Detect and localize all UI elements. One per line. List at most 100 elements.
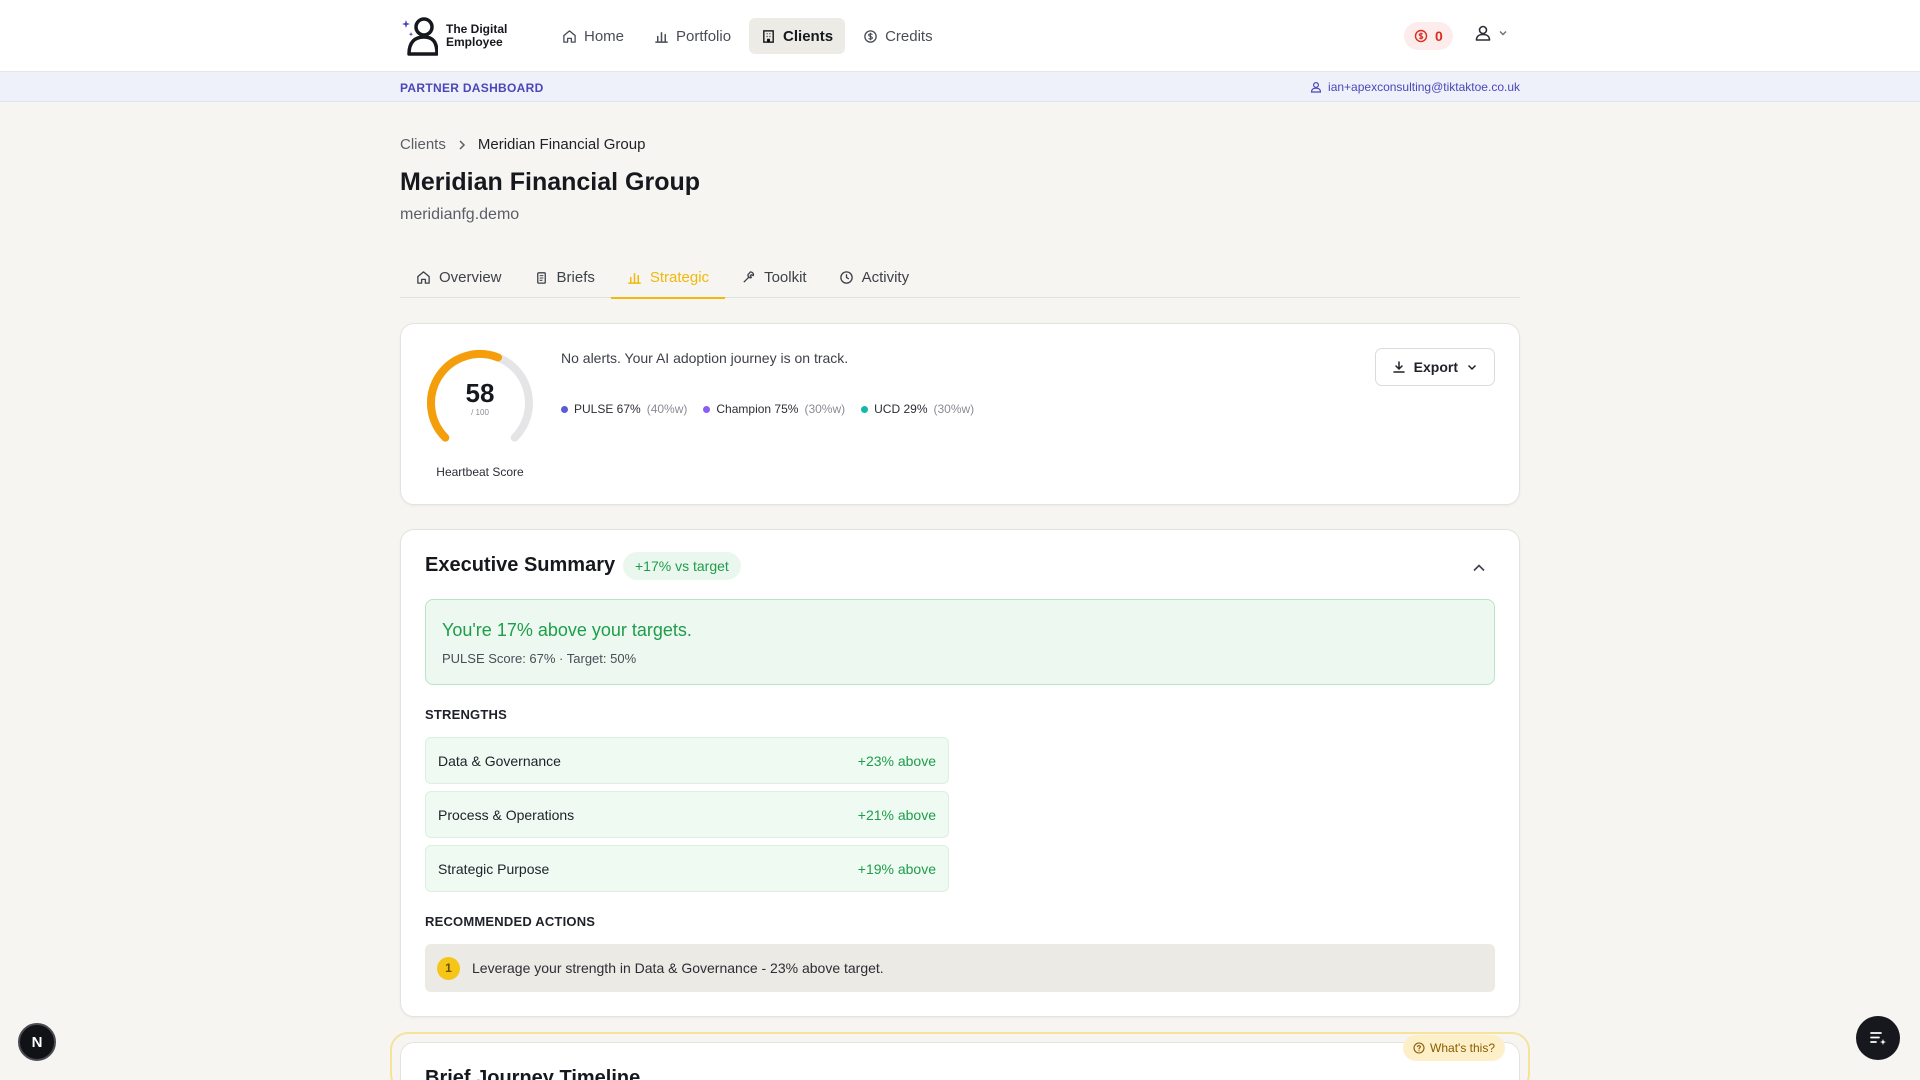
- home-icon: [417, 270, 430, 284]
- nav-clients[interactable]: Clients: [749, 18, 846, 54]
- timeline-title: Brief Journey Timeline: [425, 1067, 641, 1080]
- metric-ucd-value: UCD 29%: [874, 402, 928, 416]
- pulse-dot-icon: [561, 405, 568, 413]
- whats-this-label: What's this?: [1430, 1041, 1495, 1055]
- alert-status-text: No alerts. Your AI adoption journey is o…: [561, 350, 849, 366]
- tab-activity[interactable]: Activity: [823, 256, 926, 298]
- strengths-heading: STRENGTHS: [425, 707, 507, 722]
- metric-ucd: UCD 29% (30%w): [861, 402, 974, 416]
- top-navigation: The Digital Employee Home Portfolio Clie…: [0, 0, 1920, 72]
- vs-target-badge: +17% vs target: [623, 552, 741, 580]
- breadcrumb-current: Meridian Financial Group: [477, 136, 646, 153]
- tab-strategic-label: Strategic: [649, 268, 710, 286]
- target-summary-headline: You're 17% above your targets.: [442, 620, 692, 640]
- brief-journey-timeline-card: Brief Journey Timeline What's this?: [400, 1035, 1520, 1080]
- recommended-actions-heading: RECOMMENDED ACTIONS: [425, 914, 596, 929]
- user-menu-button[interactable]: [1474, 24, 1508, 42]
- person-sparkle-icon: [402, 17, 438, 56]
- dev-tools-badge-label: N: [31, 1033, 43, 1051]
- executive-summary-title: Executive Summary: [425, 554, 616, 576]
- heartbeat-card: 58 / 100 Heartbeat Score No alerts. Your…: [400, 323, 1520, 505]
- metric-ucd-weight: (30%w): [933, 402, 975, 416]
- partner-account: ian+apexconsulting@tiktaktoe.co.uk: [1310, 80, 1520, 94]
- champion-dot-icon: [703, 405, 711, 413]
- documents-icon: [536, 271, 546, 284]
- list-sparkle-icon: [1870, 1032, 1886, 1045]
- strengths-list: Data & Governance +23% above Process & O…: [425, 737, 949, 899]
- recommended-action-item: 1 Leverage your strength in Data & Gover…: [425, 944, 1495, 992]
- heartbeat-score-value: 58: [465, 378, 495, 408]
- strength-item: Strategic Purpose +19% above: [425, 845, 949, 892]
- whats-this-button[interactable]: What's this?: [1403, 1035, 1505, 1061]
- home-icon: [563, 29, 576, 43]
- strength-item: Process & Operations +21% above: [425, 791, 949, 838]
- tools-icon: [743, 270, 755, 283]
- bar-chart-icon: [655, 31, 668, 43]
- nav-portfolio-label: Portfolio: [676, 27, 732, 45]
- metric-pulse-weight: (40%w): [646, 402, 688, 416]
- executive-summary-card: Executive Summary +17% vs target You're …: [400, 529, 1520, 1017]
- credit-balance-badge[interactable]: 0: [1404, 22, 1453, 50]
- tab-toolkit-label: Toolkit: [764, 268, 807, 286]
- assistant-fab-button[interactable]: [1856, 1016, 1900, 1060]
- metric-champion-weight: (30%w): [804, 402, 846, 416]
- coin-icon: [864, 29, 877, 43]
- export-button-label: Export: [1413, 359, 1458, 375]
- bar-chart-icon: [627, 272, 641, 284]
- nav-portfolio[interactable]: Portfolio: [642, 18, 743, 54]
- chevron-down-icon: [1499, 31, 1507, 36]
- dev-tools-badge[interactable]: N: [18, 1023, 56, 1061]
- nav-clients-label: Clients: [783, 27, 834, 45]
- strength-item: Data & Governance +23% above: [425, 737, 949, 784]
- partner-email: ian+apexconsulting@tiktaktoe.co.uk: [1328, 80, 1520, 94]
- breadcrumb: Clients Meridian Financial Group: [400, 136, 645, 153]
- nav-home-label: Home: [584, 27, 625, 45]
- breadcrumb-clients-link[interactable]: Clients: [400, 136, 446, 153]
- strength-name: Process & Operations: [438, 806, 575, 823]
- chevron-up-icon: [1473, 564, 1485, 572]
- client-domain: meridianfg.demo: [400, 206, 520, 223]
- nav-home[interactable]: Home: [550, 18, 636, 54]
- heartbeat-gauge: 58 / 100: [425, 348, 535, 458]
- nav-credits-label: Credits: [885, 27, 933, 45]
- tab-strategic[interactable]: Strategic: [610, 256, 726, 299]
- download-icon: [1392, 361, 1405, 373]
- collapse-button[interactable]: [1471, 560, 1487, 576]
- tab-toolkit[interactable]: Toolkit: [725, 256, 823, 298]
- brand-logo[interactable]: The Digital Employee: [400, 16, 526, 56]
- action-number-badge: 1: [437, 956, 460, 980]
- heartbeat-score-max: / 100: [471, 408, 489, 417]
- metric-champion: Champion 75% (30%w): [703, 402, 845, 416]
- ucd-dot-icon: [861, 405, 869, 413]
- strength-value: +23% above: [857, 752, 936, 769]
- main-nav: Home Portfolio Clients Credits: [550, 18, 945, 54]
- strength-name: Data & Governance: [438, 752, 561, 769]
- partner-dashboard-label: PARTNER DASHBOARD: [400, 81, 544, 95]
- target-summary-detail: PULSE Score: 67% · Target: 50%: [442, 651, 637, 666]
- export-button[interactable]: Export: [1374, 348, 1495, 386]
- dollar-coin-icon: [1414, 29, 1428, 43]
- metric-pulse: PULSE 67% (40%w): [561, 402, 687, 416]
- action-text: Leverage your strength in Data & Governa…: [472, 960, 884, 976]
- tab-briefs[interactable]: Briefs: [518, 256, 611, 298]
- clock-icon: [839, 270, 853, 284]
- metric-champion-value: Champion 75%: [716, 402, 799, 416]
- timeline-highlight: Brief Journey Timeline What's this?: [390, 1032, 1530, 1080]
- tab-briefs-label: Briefs: [556, 268, 595, 286]
- heartbeat-score-label: Heartbeat Score: [436, 465, 524, 479]
- tab-overview[interactable]: Overview: [400, 256, 518, 298]
- tab-overview-label: Overview: [439, 268, 502, 286]
- user-icon: [1310, 81, 1322, 93]
- client-tabs: Overview Briefs Strategic Toolkit Activi…: [400, 256, 1520, 299]
- nav-credits[interactable]: Credits: [851, 18, 945, 54]
- help-circle-icon: [1413, 1042, 1425, 1054]
- page-title: Meridian Financial Group: [400, 168, 701, 196]
- credit-count: 0: [1435, 28, 1443, 44]
- brand-name: The Digital Employee: [446, 23, 526, 49]
- strength-name: Strategic Purpose: [438, 860, 550, 877]
- partner-bar: PARTNER DASHBOARD ian+apexconsulting@tik…: [0, 72, 1920, 102]
- tab-activity-label: Activity: [861, 268, 910, 286]
- score-breakdown: PULSE 67% (40%w) Champion 75% (30%w) UCD…: [561, 402, 974, 416]
- chevron-right-icon: [459, 139, 465, 150]
- brand-line-2: Employee: [446, 35, 503, 49]
